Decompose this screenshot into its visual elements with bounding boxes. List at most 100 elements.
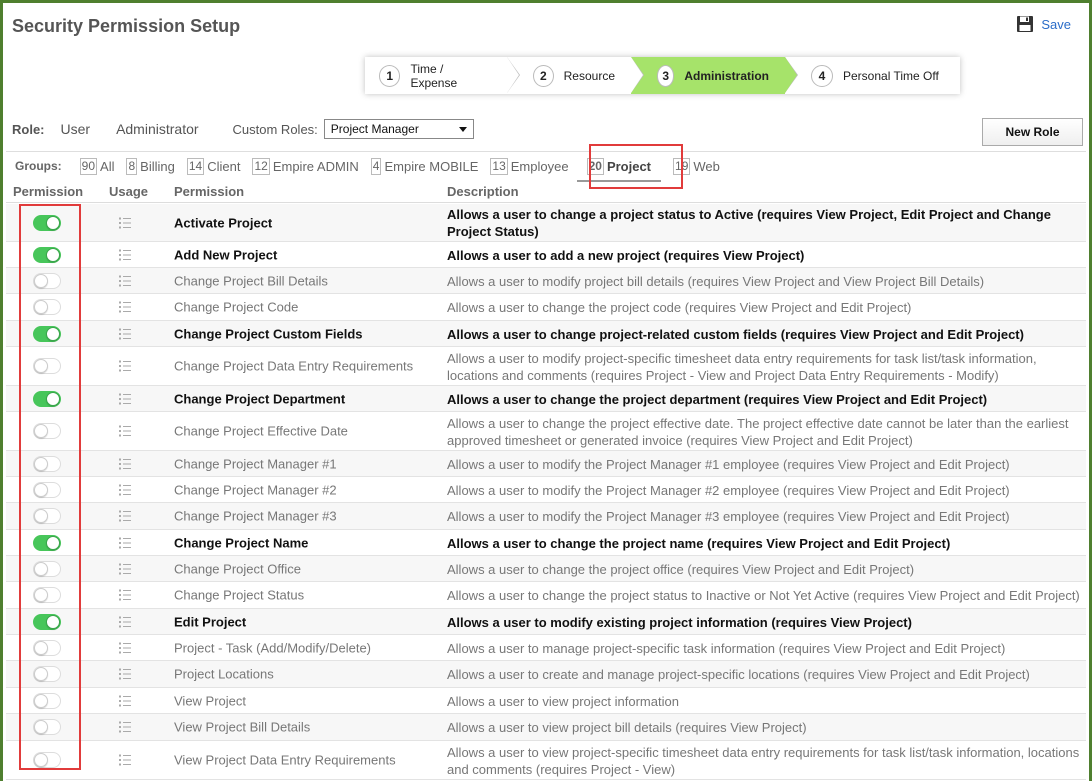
group-all[interactable]: 90 All: [79, 157, 114, 175]
permission-description: Allows a user to manage project-specific…: [447, 640, 1006, 656]
list-icon[interactable]: [118, 536, 132, 550]
group-client[interactable]: 14 Client: [186, 157, 240, 175]
table-row: Change Project Data Entry Requirements Al…: [6, 347, 1086, 386]
usage-cell: [118, 694, 132, 708]
group-name: Web: [693, 158, 720, 174]
permission-description: Allows a user to change the project offi…: [447, 561, 915, 577]
list-icon[interactable]: [118, 641, 132, 655]
permission-name: Change Project Manager #1: [174, 456, 337, 471]
list-icon[interactable]: [118, 248, 132, 262]
permission-description: Allows a user to change the project code…: [447, 300, 912, 315]
list-icon[interactable]: [118, 327, 132, 341]
permission-toggle-cell: [33, 390, 61, 407]
list-icon[interactable]: [118, 359, 132, 373]
permission-toggle[interactable]: [33, 325, 61, 342]
permission-toggle[interactable]: [33, 299, 61, 315]
list-icon[interactable]: [118, 562, 132, 576]
group-name: Billing: [140, 158, 175, 174]
list-icon[interactable]: [118, 216, 132, 230]
list-icon[interactable]: [118, 424, 132, 438]
table-row: Change Project Manager #2 Allows a user t…: [6, 477, 1086, 503]
permission-toggle[interactable]: [33, 358, 61, 374]
permission-toggle[interactable]: [33, 534, 61, 551]
step-number: 4: [811, 64, 833, 87]
list-icon[interactable]: [118, 483, 132, 497]
step-resource[interactable]: 2 Resource: [507, 57, 644, 94]
permission-toggle[interactable]: [33, 390, 61, 407]
role-option-user[interactable]: User: [61, 121, 91, 137]
usage-cell: [118, 641, 132, 655]
group-web[interactable]: 19 Web: [673, 157, 720, 175]
step-time-expense[interactable]: 1 Time / Expense: [365, 57, 520, 94]
table-row: Change Project Department Allows a user t…: [6, 386, 1086, 412]
toggle-knob: [34, 640, 48, 655]
toggle-knob: [34, 588, 48, 602]
table-row: Add New Project Allows a user to add a ne…: [6, 242, 1086, 268]
save-label: Save: [1041, 16, 1071, 32]
list-icon[interactable]: [118, 300, 132, 314]
group-count: 14: [186, 157, 205, 175]
list-icon[interactable]: [118, 753, 132, 767]
list-icon[interactable]: [118, 667, 132, 681]
list-icon[interactable]: [118, 392, 132, 406]
divider: [6, 151, 1086, 152]
toggle-knob: [34, 667, 48, 681]
custom-roles-select[interactable]: Project Manager: [323, 119, 474, 139]
step-administration[interactable]: 3 Administration: [631, 57, 798, 94]
step-personal-time-off[interactable]: 4 Personal Time Off: [785, 57, 960, 94]
permission-toggle-cell: [33, 719, 61, 735]
table-row: Change Project Office Allows a user to ch…: [6, 556, 1086, 582]
save-button[interactable]: Save: [1016, 15, 1071, 33]
permission-toggle[interactable]: [33, 214, 61, 231]
list-icon[interactable]: [118, 509, 132, 523]
list-icon[interactable]: [118, 615, 132, 629]
toggle-knob: [46, 215, 60, 230]
list-icon[interactable]: [118, 588, 132, 602]
toggle-knob: [34, 693, 48, 708]
list-icon[interactable]: [118, 694, 132, 708]
permission-description: Allows a user to change project-related …: [447, 326, 1024, 342]
list-icon[interactable]: [118, 720, 132, 734]
group-project[interactable]: 20 Project: [576, 157, 662, 182]
toggle-knob: [34, 753, 48, 767]
table-row: Project - Task (Add/Modify/Delete) Allows…: [6, 635, 1086, 661]
usage-cell: [118, 274, 132, 288]
permission-toggle[interactable]: [33, 639, 61, 656]
group-count: 19: [673, 157, 691, 175]
permission-toggle[interactable]: [33, 560, 61, 577]
permission-toggle[interactable]: [33, 719, 61, 735]
permission-name: Change Project Effective Date: [174, 423, 348, 439]
permission-toggle-cell: [33, 325, 61, 342]
group-billing[interactable]: 8 Billing: [126, 157, 175, 175]
table-row: Change Project Effective Date Allows a us…: [6, 412, 1086, 451]
table-header: Permission Usage Permission Description: [6, 182, 1086, 203]
permission-toggle[interactable]: [33, 508, 61, 524]
list-icon[interactable]: [118, 274, 132, 288]
permission-toggle[interactable]: [33, 752, 61, 768]
permission-toggle[interactable]: [33, 692, 61, 709]
permission-toggle[interactable]: [33, 423, 61, 439]
permission-toggle[interactable]: [33, 481, 61, 498]
permission-toggle[interactable]: [33, 246, 61, 263]
role-option-administrator[interactable]: Administrator: [116, 121, 198, 137]
step-label: Administration: [684, 68, 769, 83]
permission-toggle-cell: [33, 534, 61, 551]
permission-toggle[interactable]: [33, 272, 61, 289]
group-empire-admin[interactable]: 12 Empire ADMIN: [252, 157, 359, 175]
permission-description: Allows a user to change the project name…: [447, 535, 951, 551]
toggle-knob: [34, 456, 48, 471]
permission-toggle[interactable]: [33, 613, 61, 630]
permission-toggle[interactable]: [33, 587, 61, 603]
toggle-knob: [34, 561, 48, 576]
group-employee[interactable]: 13 Employee: [490, 157, 569, 175]
header-permission-name: Permission: [174, 184, 245, 199]
table-row: View Project Bill Details Allows a user t…: [6, 714, 1086, 741]
list-icon[interactable]: [118, 457, 132, 471]
new-role-button[interactable]: New Role: [982, 118, 1083, 146]
usage-cell: [118, 509, 132, 523]
usage-cell: [118, 588, 132, 602]
group-empire-mobile[interactable]: 4 Empire MOBILE: [370, 157, 478, 175]
permission-toggle[interactable]: [33, 666, 61, 682]
permission-toggle[interactable]: [33, 455, 61, 472]
usage-cell: [118, 359, 132, 373]
